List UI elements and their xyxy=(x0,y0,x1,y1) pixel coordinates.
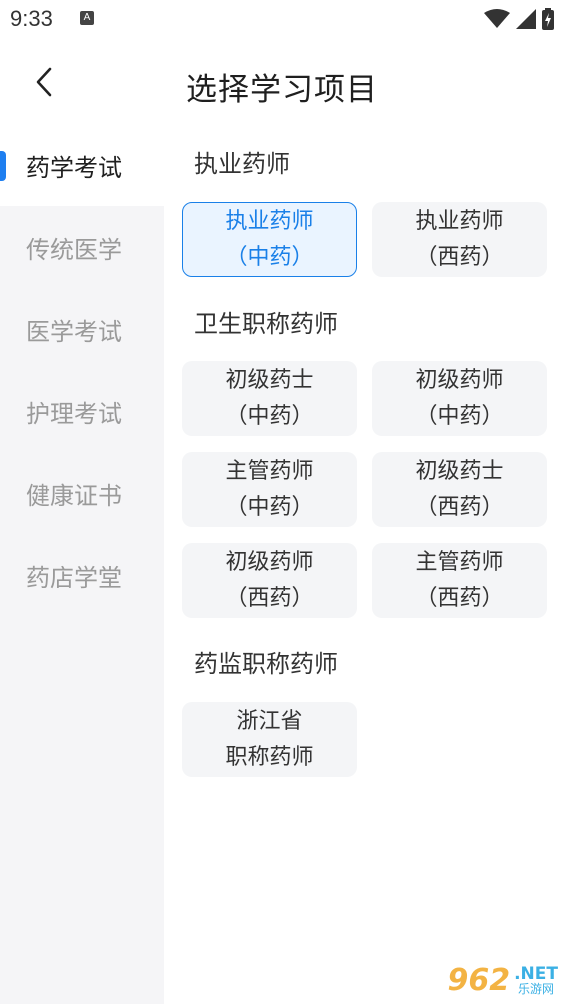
header: 选择学习项目 xyxy=(0,48,564,118)
sidebar-item-label: 护理考试 xyxy=(26,399,122,428)
watermark-net: .NET xyxy=(514,964,558,984)
card-line1: 主管药师 xyxy=(415,549,504,575)
battery-icon xyxy=(542,8,554,30)
section-title: 药监职称药师 xyxy=(194,650,338,678)
project-card[interactable]: 执业药师 （中药） xyxy=(182,202,357,277)
card-line1: 执业药师 xyxy=(225,208,314,234)
sidebar-item-label: 健康证书 xyxy=(26,481,122,510)
sidebar-item-label: 传统医学 xyxy=(26,235,122,264)
sidebar-item-pharmacy-school[interactable]: 药店学堂 xyxy=(0,534,164,616)
status-bar: 9:33 A xyxy=(0,0,564,40)
card-line2: （西药） xyxy=(415,244,504,270)
category-sidebar: 药学考试 传统医学 医学考试 护理考试 健康证书 药店学堂 xyxy=(0,124,164,1004)
page-title: 选择学习项目 xyxy=(186,72,378,108)
sidebar-item-medical-exam[interactable]: 医学考试 xyxy=(0,288,164,370)
wifi-icon xyxy=(484,9,510,28)
card-line1: 初级药师 xyxy=(415,367,504,393)
card-line2: （中药） xyxy=(225,494,314,520)
card-line1: 执业药师 xyxy=(415,208,504,234)
chevron-left-icon xyxy=(36,67,52,97)
sidebar-item-traditional-medicine[interactable]: 传统医学 xyxy=(0,206,164,288)
project-card[interactable]: 初级药师 （中药） xyxy=(372,361,547,436)
sidebar-item-pharmacy-exam[interactable]: 药学考试 xyxy=(0,124,164,206)
card-line2: （西药） xyxy=(225,585,314,611)
watermark-logo: 962 .NET 乐游网 xyxy=(447,963,558,998)
project-card[interactable]: 初级药士 （中药） xyxy=(182,361,357,436)
project-card[interactable]: 主管药师 （西药） xyxy=(372,543,547,618)
watermark-text: .NET 乐游网 xyxy=(514,965,558,996)
project-card[interactable]: 初级药士 （西药） xyxy=(372,452,547,527)
section-title: 执业药师 xyxy=(194,150,290,178)
card-line2: （中药） xyxy=(415,403,504,429)
sidebar-item-label: 药学考试 xyxy=(26,153,122,182)
card-line1: 浙江省 xyxy=(236,708,303,734)
watermark-number: 962 xyxy=(447,963,511,998)
status-icons xyxy=(484,8,554,30)
active-indicator xyxy=(0,151,6,181)
project-card[interactable]: 浙江省 职称药师 xyxy=(182,702,357,777)
status-time: 9:33 xyxy=(10,6,53,31)
card-line1: 主管药师 xyxy=(225,458,314,484)
card-line2: （中药） xyxy=(225,403,314,429)
sidebar-item-nursing-exam[interactable]: 护理考试 xyxy=(0,370,164,452)
notification-icon: A xyxy=(80,11,94,25)
card-line1: 初级药士 xyxy=(225,367,314,393)
card-line1: 初级药师 xyxy=(225,549,314,575)
project-card[interactable]: 初级药师 （西药） xyxy=(182,543,357,618)
sidebar-item-health-certificate[interactable]: 健康证书 xyxy=(0,452,164,534)
card-line2: （西药） xyxy=(415,494,504,520)
sidebar-item-label: 药店学堂 xyxy=(26,563,122,592)
project-list: 执业药师 执业药师 （中药） 执业药师 （西药） 卫生职称药师 初级药士 （中药… xyxy=(164,124,564,1004)
signal-icon xyxy=(516,9,536,29)
section-title: 卫生职称药师 xyxy=(194,310,338,338)
watermark-cn: 乐游网 xyxy=(518,982,555,996)
project-card[interactable]: 执业药师 （西药） xyxy=(372,202,547,277)
card-line1: 初级药士 xyxy=(415,458,504,484)
card-line2: （西药） xyxy=(415,585,504,611)
project-card[interactable]: 主管药师 （中药） xyxy=(182,452,357,527)
sidebar-item-label: 医学考试 xyxy=(26,317,122,346)
card-line2: （中药） xyxy=(225,244,314,270)
card-line2: 职称药师 xyxy=(225,744,314,770)
back-button[interactable] xyxy=(22,60,66,104)
